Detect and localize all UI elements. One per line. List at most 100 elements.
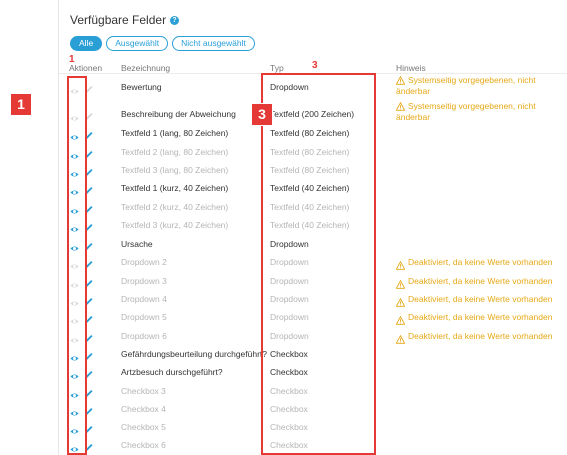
pencil-icon[interactable] xyxy=(84,294,93,307)
eye-icon-inactive[interactable] xyxy=(70,332,79,343)
field-name: Artzbesuch durschgeführt? xyxy=(121,367,223,377)
table-row: Dropdown 6 Dropdown Deaktiviert, da keine … xyxy=(59,327,567,345)
pencil-icon[interactable] xyxy=(84,147,93,160)
pencil-icon[interactable] xyxy=(84,220,93,233)
eye-icon-inactive[interactable] xyxy=(70,110,79,121)
field-hint-text: Systemseitig vorgegebenen, nicht xyxy=(408,101,536,111)
eye-icon[interactable] xyxy=(70,240,79,251)
field-type: Textfeld (40 Zeichen) xyxy=(270,183,350,193)
available-fields-panel: Verfügbare Felder ? Alle Ausgewählt Nich… xyxy=(58,0,567,455)
pencil-icon[interactable] xyxy=(84,165,93,178)
pencil-icon[interactable] xyxy=(84,331,93,344)
field-type: Checkbox xyxy=(270,422,308,432)
pencil-icon[interactable] xyxy=(84,276,93,289)
panel-title-text: Verfügbare Felder xyxy=(70,13,167,27)
pencil-icon[interactable] xyxy=(84,128,93,141)
pencil-icon[interactable] xyxy=(84,367,93,380)
field-name: Beschreibung der Abweichung xyxy=(121,109,236,119)
table-row: Textfeld 2 (kurz, 40 Zeichen) Textfeld (4… xyxy=(59,198,567,216)
filter-all-button[interactable]: Alle xyxy=(70,36,103,51)
field-name: Dropdown 2 xyxy=(121,257,167,267)
table-row: Textfeld 3 (lang, 80 Zeichen) Textfeld (8… xyxy=(59,161,567,179)
pencil-icon[interactable] xyxy=(84,386,93,399)
field-type: Dropdown xyxy=(270,257,309,267)
eye-icon[interactable] xyxy=(70,423,79,434)
warning-icon xyxy=(395,258,406,270)
table-row: Textfeld 1 (lang, 80 Zeichen) Textfeld (8… xyxy=(59,124,567,142)
field-hint-text: Deaktiviert, da keine Werte vorhanden xyxy=(408,276,553,286)
eye-icon[interactable] xyxy=(70,368,79,379)
table-row: Checkbox 6 Checkbox xyxy=(59,436,567,454)
field-type: Textfeld (80 Zeichen) xyxy=(270,147,350,157)
column-header-bezeichnung: Bezeichnung xyxy=(121,63,171,73)
field-type: Dropdown xyxy=(270,82,309,92)
eye-icon[interactable] xyxy=(70,184,79,195)
table-row: Gefährdungsbeurteilung durchgeführt? Chec… xyxy=(59,345,567,363)
eye-icon-inactive[interactable] xyxy=(70,277,79,288)
eye-icon-inactive[interactable] xyxy=(70,295,79,306)
pencil-icon[interactable] xyxy=(84,183,93,196)
table-row: Dropdown 4 Dropdown Deaktiviert, da keine … xyxy=(59,290,567,308)
field-hint-text-line2: änderbar xyxy=(396,112,431,122)
table-row: Textfeld 2 (lang, 80 Zeichen) Textfeld (8… xyxy=(59,143,567,161)
eye-icon[interactable] xyxy=(70,148,79,159)
pencil-icon[interactable] xyxy=(84,349,93,362)
table-row: Dropdown 2 Dropdown Deaktiviert, da keine … xyxy=(59,253,567,271)
warning-icon xyxy=(395,277,406,289)
pencil-icon[interactable] xyxy=(84,202,93,215)
pencil-icon[interactable] xyxy=(84,422,93,435)
eye-icon[interactable] xyxy=(70,387,79,398)
pencil-icon[interactable] xyxy=(84,257,93,270)
field-hint: Deaktiviert, da keine Werte vorhanden xyxy=(395,327,553,345)
field-type: Textfeld (80 Zeichen) xyxy=(270,165,350,175)
field-name: Bewertung xyxy=(121,82,162,92)
field-name: Checkbox 6 xyxy=(121,440,166,450)
field-name: Ursache xyxy=(121,239,153,249)
annotation-label-1: 1 xyxy=(69,54,75,65)
help-icon[interactable]: ? xyxy=(170,15,180,25)
field-name: Checkbox 5 xyxy=(121,422,166,432)
eye-icon[interactable] xyxy=(70,166,79,177)
eye-icon[interactable] xyxy=(70,405,79,416)
eye-icon-inactive[interactable] xyxy=(70,258,79,269)
column-header-hinweis: Hinweis xyxy=(396,63,426,73)
pencil-icon[interactable] xyxy=(84,404,93,417)
eye-icon[interactable] xyxy=(70,203,79,214)
eye-icon-inactive[interactable] xyxy=(70,83,79,94)
eye-icon[interactable] xyxy=(70,129,79,140)
table-row: Dropdown 3 Dropdown Deaktiviert, da keine … xyxy=(59,272,567,290)
field-hint-text: Deaktiviert, da keine Werte vorhanden xyxy=(408,331,553,341)
pencil-icon[interactable] xyxy=(84,312,93,325)
field-type: Checkbox xyxy=(270,404,308,414)
annotation-badge-3: 3 xyxy=(251,103,273,126)
pencil-icon-inactive[interactable] xyxy=(84,109,93,122)
eye-icon[interactable] xyxy=(70,441,79,452)
field-type: Checkbox xyxy=(270,349,308,359)
field-hint-text: Deaktiviert, da keine Werte vorhanden xyxy=(408,257,553,267)
table-row: Textfeld 3 (kurz, 40 Zeichen) Textfeld (4… xyxy=(59,216,567,234)
field-type: Textfeld (80 Zeichen) xyxy=(270,128,350,138)
pencil-icon-inactive[interactable] xyxy=(84,82,93,95)
warning-icon xyxy=(395,101,406,111)
panel-title: Verfügbare Felder ? xyxy=(70,13,180,27)
field-name: Textfeld 2 (lang, 80 Zeichen) xyxy=(121,147,229,157)
table-row: Checkbox 5 Checkbox xyxy=(59,418,567,436)
eye-icon[interactable] xyxy=(70,350,79,361)
field-type: Textfeld (40 Zeichen) xyxy=(270,202,350,212)
annotation-badge-1: 1 xyxy=(10,93,32,116)
field-type: Dropdown xyxy=(270,294,309,304)
table-row: Ursache Dropdown xyxy=(59,235,567,253)
filter-selected-button[interactable]: Ausgewählt xyxy=(106,36,169,51)
pencil-icon[interactable] xyxy=(84,440,93,453)
eye-icon[interactable] xyxy=(70,221,79,232)
field-type: Textfeld (200 Zeichen) xyxy=(270,109,355,119)
eye-icon-inactive[interactable] xyxy=(70,313,79,324)
warning-icon xyxy=(395,295,406,307)
field-name: Checkbox 3 xyxy=(121,386,166,396)
field-hint-system: Systemseitig vorgegebenen, nicht änderbar xyxy=(395,101,536,123)
filter-unselected-button[interactable]: Nicht ausgewählt xyxy=(172,36,255,51)
column-header-typ: Typ xyxy=(270,63,284,73)
field-type: Textfeld (40 Zeichen) xyxy=(270,220,350,230)
pencil-icon[interactable] xyxy=(84,239,93,252)
field-type: Checkbox xyxy=(270,440,308,450)
